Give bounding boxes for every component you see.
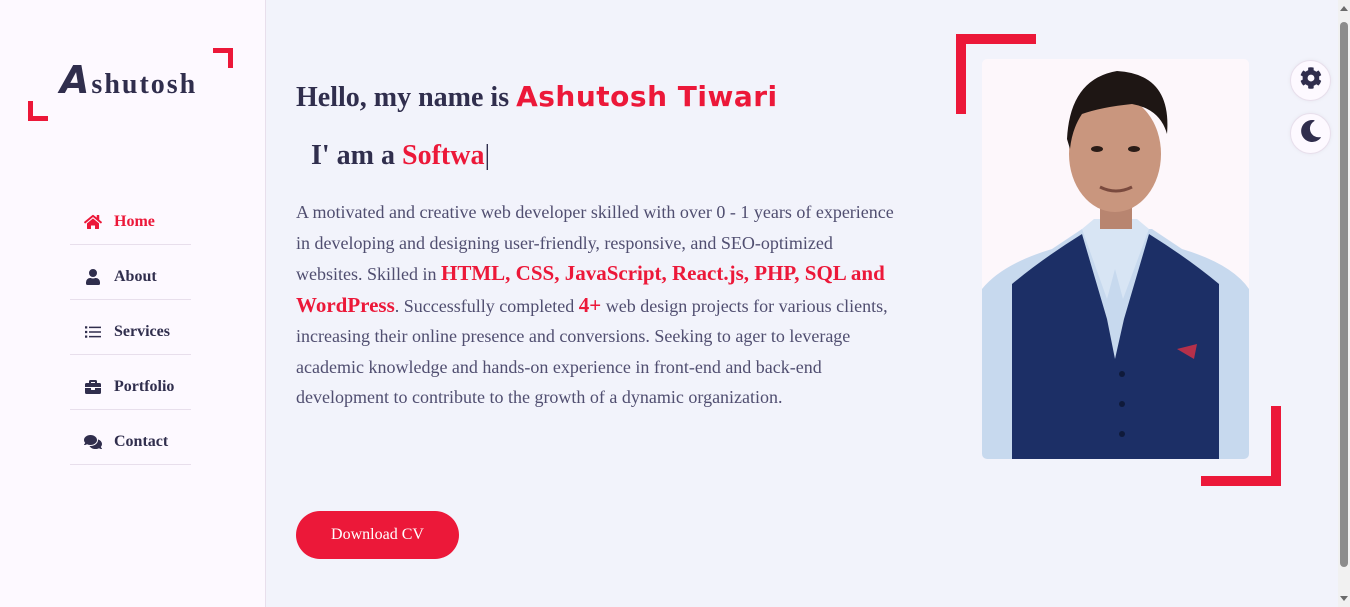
greeting-prefix: Hello, my name is — [296, 82, 510, 113]
scroll-down-arrow-icon[interactable] — [1340, 596, 1348, 601]
settings-button[interactable] — [1290, 60, 1331, 101]
logo-corner-bottom-left — [28, 101, 48, 121]
gear-icon — [1300, 67, 1322, 94]
role-heading: I' am a Softwa| — [311, 140, 490, 172]
role-typed-text: Softwa — [402, 140, 485, 171]
nav-item-portfolio[interactable]: Portfolio — [70, 355, 191, 410]
nav-label-home: Home — [114, 213, 155, 230]
greeting-heading: Hello, my name is Ashutosh Tiwari — [296, 80, 778, 114]
nav-menu: Home About Services Portfolio Contact — [70, 190, 191, 465]
home-icon — [83, 214, 103, 230]
role-prefix: I' am a — [311, 140, 395, 171]
logo[interactable]: Ashutosh — [28, 48, 233, 121]
profile-illustration — [982, 71, 1249, 459]
hero-description: A motivated and creative web developer s… — [296, 197, 896, 413]
profile-photo — [982, 59, 1249, 459]
logo-text: Ashutosh — [60, 58, 197, 102]
comments-icon — [83, 434, 103, 450]
logo-rest: shutosh — [91, 69, 198, 100]
page-scrollbar[interactable] — [1338, 0, 1350, 607]
hero-name: Ashutosh Tiwari — [516, 80, 778, 113]
scroll-up-arrow-icon[interactable] — [1340, 6, 1348, 11]
sidebar: Ashutosh Home About Services Portfolio C… — [0, 0, 266, 607]
desc-part-2: . Successfully completed — [394, 295, 579, 316]
nav-item-services[interactable]: Services — [70, 300, 191, 355]
nav-label-portfolio: Portfolio — [114, 378, 175, 395]
nav-label-services: Services — [114, 323, 170, 340]
typing-cursor: | — [484, 140, 491, 171]
download-cv-button[interactable]: Download CV — [296, 511, 459, 559]
theme-toggle-button[interactable] — [1290, 113, 1331, 154]
logo-first-letter: A — [60, 58, 92, 102]
photo-corner-bottom-right — [1201, 406, 1281, 486]
nav-item-about[interactable]: About — [70, 245, 191, 300]
list-icon — [84, 324, 102, 340]
scroll-thumb[interactable] — [1340, 22, 1348, 567]
logo-corner-top-right — [213, 48, 233, 68]
nav-item-contact[interactable]: Contact — [70, 410, 191, 465]
user-icon — [84, 269, 102, 285]
desc-projects: 4+ — [578, 292, 602, 317]
nav-item-home[interactable]: Home — [70, 190, 191, 245]
nav-label-contact: Contact — [114, 433, 169, 450]
briefcase-icon — [84, 379, 102, 395]
moon-icon — [1300, 119, 1322, 147]
nav-label-about: About — [114, 268, 157, 285]
